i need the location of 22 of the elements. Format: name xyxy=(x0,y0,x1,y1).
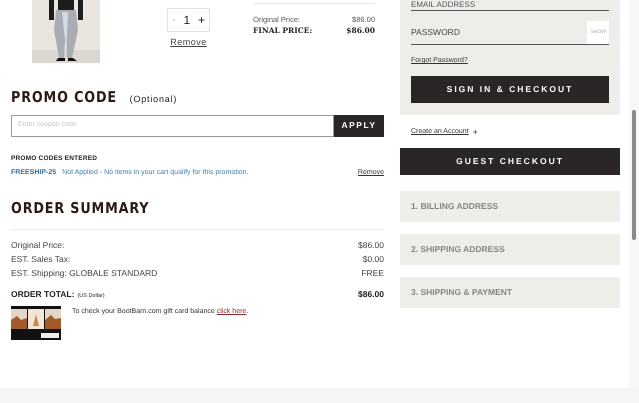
remove-link[interactable]: Remove xyxy=(170,36,207,50)
plus-icon: + xyxy=(472,126,478,139)
quantity-value: 1 xyxy=(183,12,190,29)
order-total-value: $86.00 xyxy=(358,288,384,301)
promo-code-heading: PROMO CODE xyxy=(11,87,117,108)
email-field[interactable]: EMAIL ADDRESS xyxy=(411,0,609,11)
summary-label: Original Price: xyxy=(11,239,64,252)
order-summary-heading: ORDER SUMMARY xyxy=(11,198,150,219)
summary-label: EST. Shipping: GLOBALE STANDARD xyxy=(11,267,158,280)
scrollbar[interactable] xyxy=(630,0,639,388)
guest-checkout-button[interactable]: GUEST CHECKOUT xyxy=(400,148,620,175)
quantity-stepper[interactable]: - 1 + xyxy=(167,8,210,32)
summary-value: $86.00 xyxy=(358,239,384,252)
sign-in-checkout-button[interactable]: SIGN IN & CHECKOUT xyxy=(411,76,609,102)
increase-button[interactable]: + xyxy=(198,11,206,29)
scrollbar-thumb[interactable] xyxy=(632,110,636,240)
apply-button[interactable]: APPLY xyxy=(334,114,384,136)
summary-label: EST. Sales Tax: xyxy=(11,253,70,266)
summary-value: $0.00 xyxy=(362,253,384,266)
summary-value: FREE xyxy=(361,267,384,280)
order-total-label: ORDER TOTAL: xyxy=(11,288,74,301)
optional-label: (Optional) xyxy=(130,93,178,106)
